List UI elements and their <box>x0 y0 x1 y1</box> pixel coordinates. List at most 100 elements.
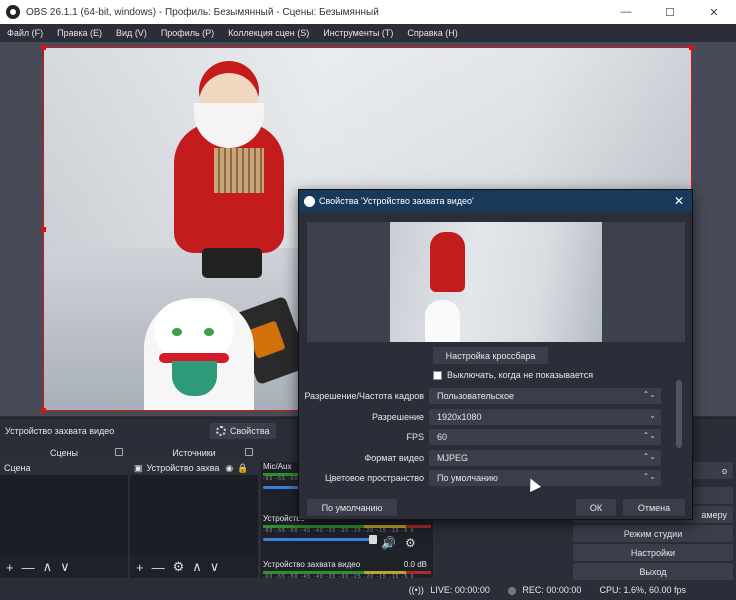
chevron-down-icon: ⌄ <box>649 410 656 420</box>
crossbar-button[interactable]: Настройка кроссбара <box>433 347 548 364</box>
list-item[interactable]: ▣ Устройство захва ◉ 🔒 <box>130 461 258 475</box>
signal-icon: ((•)) <box>408 585 424 595</box>
close-icon[interactable]: ✕ <box>674 194 684 208</box>
menu-bar: Файл (F) Правка (E) Вид (V) Профиль (P) … <box>0 24 736 42</box>
speaker-icon[interactable]: 🔊 <box>381 536 396 550</box>
channel-db: 0.0 dB <box>403 560 427 569</box>
color-space-select[interactable]: По умолчанию ⌃⌄ <box>429 470 661 487</box>
resize-handle[interactable] <box>41 45 46 50</box>
exit-button[interactable]: Выход <box>573 563 733 580</box>
rec-status: REC: 00:00:00 <box>507 585 582 595</box>
live-time: LIVE: 00:00:00 <box>430 585 490 595</box>
dialog-title-bar: Свойства 'Устройство захвата видео' ✕ <box>299 190 692 212</box>
cat-bib <box>172 361 217 396</box>
properties-form: Разрешение/Частота кадров Пользовательск… <box>299 386 677 489</box>
resolution-fps-type-select[interactable]: Пользовательское ⌃⌄ <box>429 388 661 405</box>
source-item-label: Устройство захва <box>146 463 220 473</box>
field-label: Цветовое пространство <box>324 473 424 484</box>
undock-icon[interactable] <box>115 448 123 456</box>
sources-toolbar: + — ⚙ ∧ ∨ <box>130 556 258 578</box>
minimize-icon[interactable]: — <box>604 0 648 24</box>
resolution-select[interactable]: 1920x1080 ⌄ <box>429 408 661 425</box>
resize-handle[interactable] <box>41 227 46 232</box>
window-controls: — ☐ ✕ <box>604 0 736 24</box>
obs-logo-icon <box>304 195 315 207</box>
form-scrollbar[interactable] <box>676 380 682 448</box>
properties-button[interactable]: Свойства <box>210 422 276 439</box>
menu-profile[interactable]: Профиль (P) <box>154 28 221 38</box>
obs-logo-icon <box>6 5 20 19</box>
add-icon[interactable]: + <box>6 560 14 575</box>
fps-select[interactable]: 60 ⌃⌄ <box>429 429 661 446</box>
lucky-cat-figure <box>425 300 460 342</box>
settings-button[interactable]: Настройки <box>573 544 733 561</box>
menu-edit[interactable]: Правка (E) <box>50 28 109 38</box>
move-up-icon[interactable]: ∧ <box>192 559 202 575</box>
menu-tools[interactable]: Инструменты (T) <box>316 28 400 38</box>
resize-handle[interactable] <box>689 45 694 50</box>
menu-file[interactable]: Файл (F) <box>0 28 50 38</box>
meter-ticks: -60 -55 -50 -45 -40 -35 -30 -25 -20 -15 … <box>263 528 415 534</box>
rec-dot-icon <box>507 586 516 595</box>
video-format-select[interactable]: MJPEG ⌃⌄ <box>429 449 661 466</box>
scenes-dock: Сцены Сцена + — ∧ ∨ <box>0 445 128 578</box>
field-value: Пользовательское <box>437 391 514 402</box>
status-bar: ((•)) LIVE: 00:00:00 REC: 00:00:00 CPU: … <box>0 580 736 600</box>
button-label: о <box>721 465 727 476</box>
checkbox-box[interactable] <box>433 370 442 380</box>
gear-icon[interactable]: ⚙ <box>405 536 416 550</box>
sources-header: Источники <box>130 445 258 461</box>
title-bar: OBS 26.1.1 (64-bit, windows) - Профиль: … <box>0 0 736 24</box>
move-down-icon[interactable]: ∨ <box>210 559 220 575</box>
resize-handle[interactable] <box>41 408 46 413</box>
sources-list: ▣ Устройство захва ◉ 🔒 <box>130 461 258 556</box>
volume-slider[interactable] <box>263 535 377 544</box>
santa-accordion <box>214 148 264 193</box>
field-label: Разрешение/Частота кадров <box>304 391 424 402</box>
maximize-icon[interactable]: ☐ <box>648 0 692 24</box>
defaults-button[interactable]: По умолчанию <box>307 499 397 516</box>
cat-eye-right <box>204 328 214 336</box>
visibility-eye-icon[interactable]: ◉ <box>225 463 233 474</box>
window-title: OBS 26.1.1 (64-bit, windows) - Профиль: … <box>26 6 379 18</box>
settings-gear-icon[interactable]: ⚙ <box>173 559 185 575</box>
field-value: MJPEG <box>437 452 469 463</box>
move-down-icon[interactable]: ∨ <box>60 559 70 575</box>
dialog-preview-image <box>390 222 602 342</box>
lock-icon[interactable]: 🔒 <box>237 463 248 474</box>
form-row: Формат видео MJPEG ⌃⌄ <box>299 448 677 469</box>
properties-label: Свойства <box>230 425 270 436</box>
remove-icon[interactable]: — <box>22 560 35 575</box>
field-label: Формат видео <box>364 452 424 463</box>
properties-dialog: Свойства 'Устройство захвата видео' ✕ На… <box>298 189 693 520</box>
scene-item-label: Сцена <box>4 463 31 473</box>
field-value: 60 <box>437 432 448 443</box>
selected-source-name: Устройство захвата видео <box>5 425 115 436</box>
list-item[interactable]: Сцена <box>0 461 128 475</box>
dialog-preview <box>307 222 685 342</box>
form-row: Разрешение/Частота кадров Пользовательск… <box>299 386 677 407</box>
menu-view[interactable]: Вид (V) <box>109 28 154 38</box>
close-icon[interactable]: ✕ <box>692 0 736 24</box>
scenes-header: Сцены <box>0 445 128 461</box>
cancel-button[interactable]: Отмена <box>623 499 685 516</box>
button-label: амеру <box>701 509 727 520</box>
sources-title: Источники <box>172 448 216 458</box>
add-icon[interactable]: + <box>136 560 144 575</box>
deactivate-when-hidden-checkbox[interactable]: Выключать, когда не показывается <box>433 370 593 380</box>
menu-help[interactable]: Справка (H) <box>400 28 464 38</box>
form-row: Разрешение 1920x1080 ⌄ <box>299 407 677 428</box>
checkbox-label: Выключать, когда не показывается <box>447 370 594 380</box>
ok-button[interactable]: ОК <box>576 499 616 516</box>
spin-arrows-icon: ⌃⌄ <box>642 472 656 482</box>
rec-time: REC: 00:00:00 <box>522 585 582 595</box>
menu-scene-collection[interactable]: Коллекция сцен (S) <box>221 28 316 38</box>
undock-icon[interactable] <box>245 448 253 456</box>
form-row: Цветовое пространство По умолчанию ⌃⌄ <box>299 468 677 489</box>
studio-mode-button[interactable]: Режим студии <box>573 525 733 542</box>
lucky-cat-face <box>154 300 234 360</box>
move-up-icon[interactable]: ∧ <box>43 559 53 575</box>
spin-arrows-icon: ⌃⌄ <box>642 451 656 461</box>
remove-icon[interactable]: — <box>152 560 165 575</box>
scenes-title: Сцены <box>50 448 78 458</box>
